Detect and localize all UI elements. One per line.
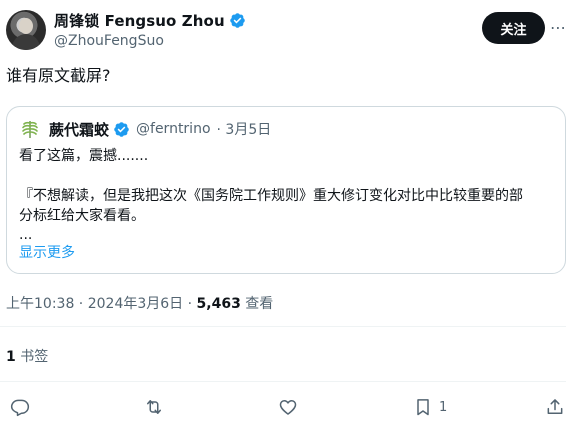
quoted-author-name[interactable]: 蕨代霜蛟 [49, 119, 109, 140]
tweet-time[interactable]: 上午10:38 [6, 296, 74, 312]
views-label: 查看 [240, 296, 274, 312]
meta-separator: · [74, 296, 88, 312]
display-name-row: 周锋锁 Fengsuo Zhou [54, 10, 246, 30]
action-bar: 1 [0, 392, 566, 422]
divider [0, 381, 566, 382]
tweet-date[interactable]: 2024年3月6日 [88, 296, 183, 312]
divider [0, 326, 566, 327]
verified-badge-icon [114, 121, 129, 137]
quoted-tweet-body: 看了这篇，震撼....... 『不想解读，但是我把这次《国务院工作规则》重大修订… [19, 146, 559, 244]
bookmarks-label: 书签 [15, 349, 49, 365]
reply-button[interactable] [10, 394, 36, 420]
reply-icon [10, 399, 30, 417]
bookmark-button[interactable]: 1 [413, 394, 447, 420]
tweet-text: 谁有原文截屏? [6, 66, 111, 85]
quoted-text-line: 分标红给大家看看。 [19, 208, 145, 224]
avatar-shirt [12, 34, 40, 50]
share-icon [547, 399, 563, 414]
quoted-author-handle[interactable]: @ferntrino [136, 121, 211, 137]
fern-avatar-icon[interactable] [19, 118, 41, 140]
meta-separator: · [183, 296, 197, 312]
author-avatar[interactable] [6, 10, 46, 50]
quoted-tweet-header: 蕨代霜蛟 @ferntrino · 3月5日 [19, 118, 271, 140]
heart-icon [279, 400, 297, 415]
retweet-icon [147, 400, 161, 414]
retweet-button[interactable] [144, 394, 170, 420]
quoted-text-ellipsis: ... [19, 227, 33, 243]
verified-badge-icon [229, 12, 245, 28]
bookmarks-stat[interactable]: 1 书签 [6, 346, 48, 366]
like-button[interactable] [278, 394, 304, 420]
author-handle[interactable]: @ZhouFengSuo [54, 33, 246, 49]
tweet-meta: 上午10:38 · 2024年3月6日 · 5,463 查看 [6, 293, 273, 313]
avatar-face [19, 18, 33, 34]
author-display-name[interactable]: 周锋锁 Fengsuo Zhou [54, 10, 225, 31]
follow-button[interactable]: 关注 [482, 12, 545, 44]
show-more-link[interactable]: 显示更多 [19, 242, 75, 262]
more-options-icon[interactable]: ⋯ [550, 16, 566, 40]
quoted-tweet[interactable]: 蕨代霜蛟 @ferntrino · 3月5日 看了这篇，震撼....... 『不… [6, 106, 566, 274]
quoted-text-line: 看了这篇，震撼....... [19, 148, 149, 164]
bookmark-icon [417, 399, 429, 416]
quoted-text-line: 『不想解读，但是我把这次《国务院工作规则》重大修订变化对比中比较重要的部 [19, 188, 523, 204]
share-button[interactable] [545, 394, 565, 420]
bookmarks-count: 1 [6, 349, 16, 365]
bookmark-count: 1 [439, 399, 448, 415]
views-count[interactable]: 5,463 [197, 296, 241, 312]
tweet-header: 周锋锁 Fengsuo Zhou @ZhouFengSuo 关注 ⋯ [0, 0, 566, 62]
author-names: 周锋锁 Fengsuo Zhou @ZhouFengSuo [54, 10, 246, 49]
quoted-tweet-date[interactable]: · 3月5日 [217, 119, 272, 139]
